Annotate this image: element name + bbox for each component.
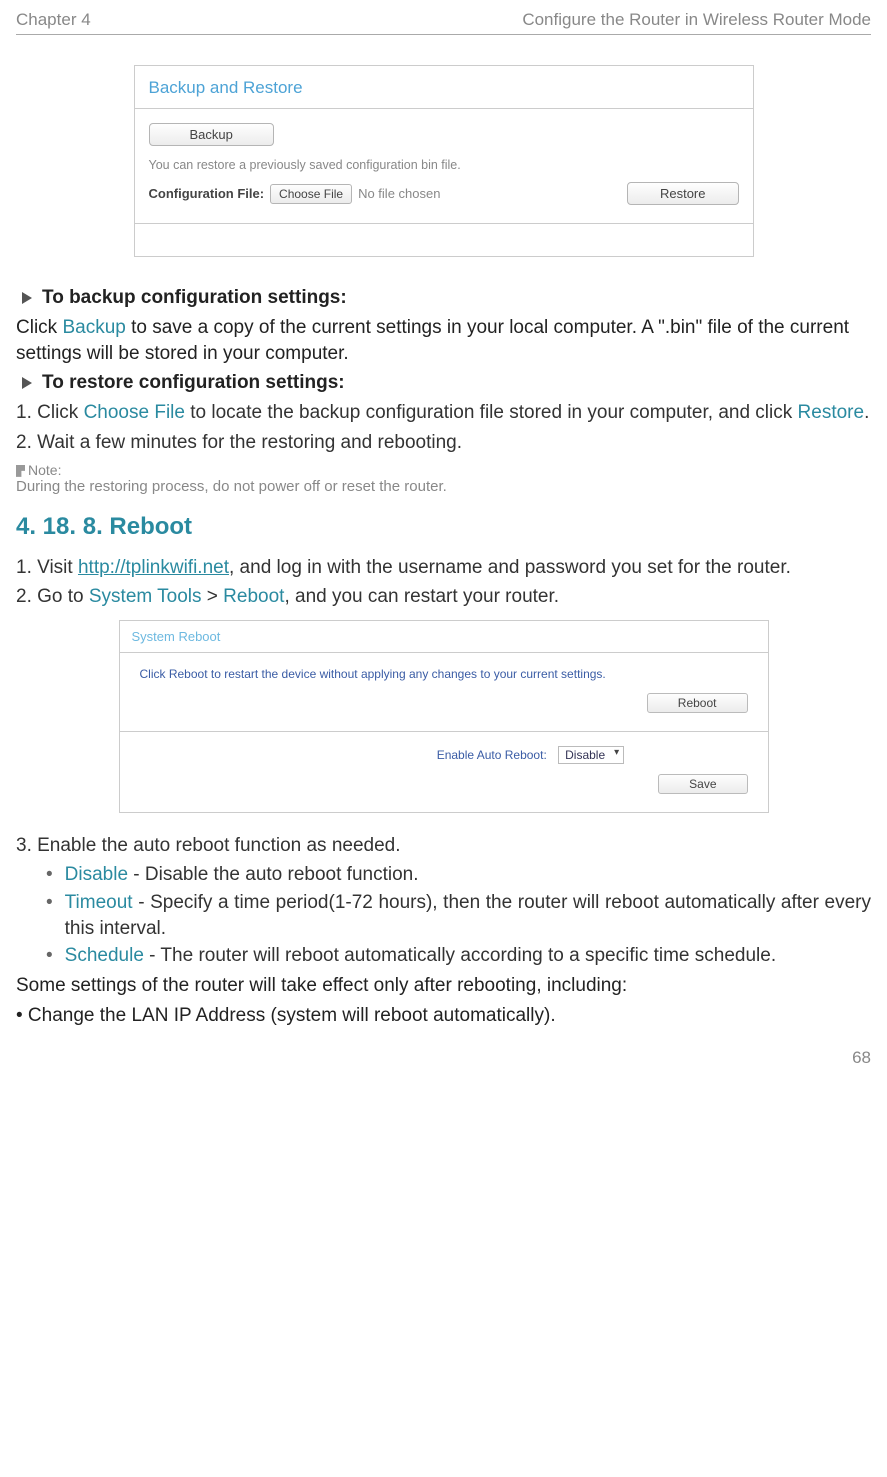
- system-reboot-screenshot: System Reboot Click Reboot to restart th…: [119, 620, 769, 813]
- tplink-url[interactable]: http://tplinkwifi.net: [78, 557, 229, 578]
- restore-heading: To restore configuration settings:: [42, 372, 345, 394]
- reboot-step2: 2. Go to System Tools > Reboot, and you …: [16, 584, 871, 610]
- save-button[interactable]: Save: [658, 774, 747, 794]
- reboot-link: Reboot: [223, 586, 284, 607]
- no-file-text: No file chosen: [358, 186, 440, 201]
- section-number-title: 4. 18. 8. Reboot: [16, 513, 871, 541]
- auto-reboot-options: •Disable - Disable the auto reboot funct…: [46, 862, 871, 969]
- choose-file-button[interactable]: Choose File: [270, 184, 352, 204]
- screenshot2-title: System Reboot: [120, 621, 768, 653]
- page-title: Configure the Router in Wireless Router …: [522, 10, 871, 30]
- restore-step1: 1. Click Choose File to locate the backu…: [16, 400, 871, 426]
- backup-heading: To backup configuration settings:: [42, 287, 347, 309]
- restore-description: You can restore a previously saved confi…: [149, 158, 739, 172]
- disable-option: Disable: [65, 864, 128, 885]
- backup-link: Backup: [62, 317, 125, 338]
- closing-text: Some settings of the router will take ef…: [16, 973, 871, 999]
- screenshot-title: Backup and Restore: [135, 66, 753, 109]
- backup-button[interactable]: Backup: [149, 123, 274, 146]
- restore-step2: 2. Wait a few minutes for the restoring …: [16, 430, 871, 456]
- backup-body: Click Backup to save a copy of the curre…: [16, 315, 871, 366]
- divider: [16, 34, 871, 35]
- page-number: 68: [16, 1048, 871, 1068]
- auto-reboot-label: Enable Auto Reboot:: [437, 748, 547, 762]
- reboot-desc: Click Reboot to restart the device witho…: [140, 667, 748, 681]
- arrow-icon: [22, 292, 32, 304]
- closing-bullet: • Change the LAN IP Address (system will…: [16, 1003, 871, 1029]
- reboot-step3: 3. Enable the auto reboot function as ne…: [16, 833, 871, 859]
- arrow-icon: [22, 377, 32, 389]
- reboot-step1: 1. Visit http://tplinkwifi.net, and log …: [16, 555, 871, 581]
- reboot-button[interactable]: Reboot: [647, 693, 748, 713]
- system-tools-link: System Tools: [89, 586, 202, 607]
- restore-button[interactable]: Restore: [627, 182, 739, 205]
- note-label: Note:: [16, 462, 871, 478]
- timeout-option: Timeout: [65, 892, 133, 913]
- config-file-label: Configuration File:: [149, 186, 265, 201]
- choose-file-link: Choose File: [84, 402, 185, 423]
- schedule-option: Schedule: [65, 945, 144, 966]
- restore-link: Restore: [798, 402, 865, 423]
- backup-restore-screenshot: Backup and Restore Backup You can restor…: [134, 65, 754, 257]
- auto-reboot-select[interactable]: Disable: [558, 746, 624, 764]
- note-body: During the restoring process, do not pow…: [16, 478, 871, 495]
- flag-icon: [16, 465, 25, 477]
- chapter-label: Chapter 4: [16, 10, 91, 30]
